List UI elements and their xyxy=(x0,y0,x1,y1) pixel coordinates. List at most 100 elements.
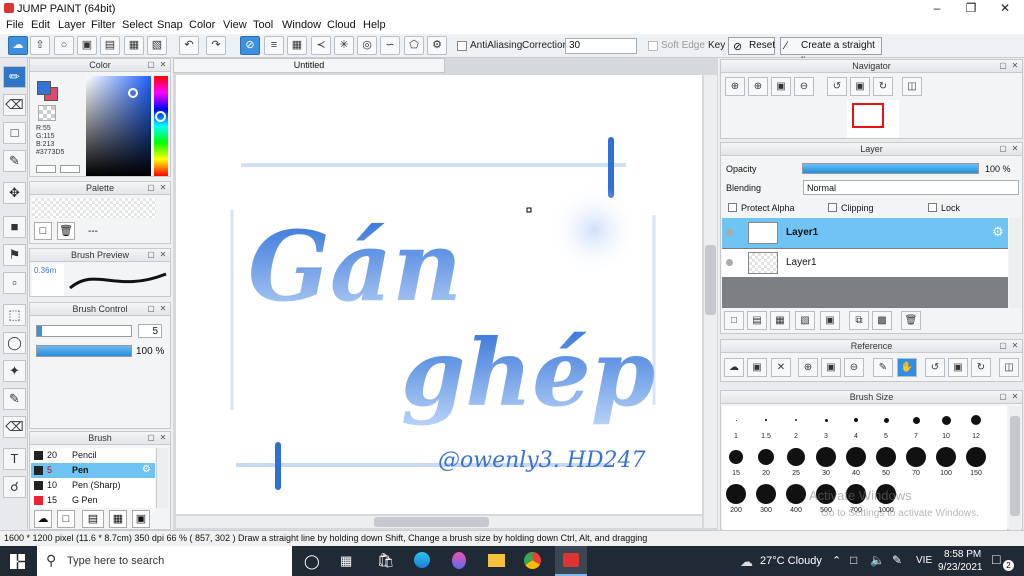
brush-size-dot[interactable] xyxy=(795,419,797,421)
edge-icon[interactable] xyxy=(414,552,430,568)
palette-delete-icon[interactable]: 🗑 xyxy=(57,222,75,240)
brush-opacity-slider[interactable] xyxy=(36,345,132,357)
fill-rect-tool-icon[interactable]: ■ xyxy=(3,216,26,238)
palette-add-icon[interactable]: □ xyxy=(34,222,52,240)
document-tab[interactable]: Untitled xyxy=(173,58,445,73)
ref-rotate-left-icon[interactable]: ↺ xyxy=(925,358,945,377)
hand-icon[interactable]: ✋ xyxy=(897,358,917,377)
duplicate-layer-icon[interactable]: ⧉ xyxy=(849,311,869,330)
settings-snap-icon[interactable]: ⚙ xyxy=(427,36,447,55)
page-icon[interactable]: ▤ xyxy=(100,36,120,55)
zoom-out-icon[interactable]: ⊖ xyxy=(794,77,814,96)
rect-select-tool-icon[interactable]: □ xyxy=(3,122,26,144)
layer-row-selected[interactable]: Layer1 ⚙ xyxy=(722,218,1008,248)
panel-popout-icon[interactable]: ▢ xyxy=(998,61,1008,71)
new-layer-copy-icon[interactable]: ▤ xyxy=(747,311,767,330)
brush-size-dot[interactable] xyxy=(876,447,896,467)
flip-icon[interactable]: ◫ xyxy=(902,77,922,96)
search-box[interactable]: ⚲ Type here to search xyxy=(37,546,292,576)
gradient-tool-icon[interactable]: ▫ xyxy=(3,272,26,294)
navigator-viewport[interactable] xyxy=(852,103,884,128)
notification-icon[interactable]: □ xyxy=(992,551,1000,567)
select-tool-icon[interactable]: ⬚ xyxy=(3,304,26,326)
app-drop-icon[interactable] xyxy=(452,552,466,569)
panel-close-icon[interactable]: ✕ xyxy=(158,433,168,443)
chevron-up-icon[interactable]: ⌃ xyxy=(832,554,841,567)
create-straight-line-button[interactable]: ∕ Create a straight line xyxy=(780,37,882,67)
document-icon[interactable]: ▦ xyxy=(124,36,144,55)
new-layer-icon[interactable]: □ xyxy=(724,311,744,330)
layer-list-scrollbar[interactable] xyxy=(1009,218,1021,308)
brush-size-dot[interactable] xyxy=(883,417,889,423)
zoom-in2-icon[interactable]: ⊕ xyxy=(748,77,768,96)
panel-close-icon[interactable]: ✕ xyxy=(1010,392,1020,402)
cortana-icon[interactable]: ◯ xyxy=(304,553,320,570)
brush-size-slider[interactable] xyxy=(36,325,132,337)
brush-list-scrollbar[interactable] xyxy=(156,448,168,508)
layer-opacity-slider[interactable] xyxy=(802,163,979,174)
gear-icon[interactable]: ⚙ xyxy=(142,464,151,475)
panel-close-icon[interactable]: ✕ xyxy=(158,304,168,314)
ref-zoom-out-icon[interactable]: ⊖ xyxy=(844,358,864,377)
curve-snap-icon[interactable]: ∽ xyxy=(380,36,400,55)
parallel-snap-icon[interactable]: ≡ xyxy=(264,36,284,55)
brush-folder-icon[interactable]: ▣ xyxy=(132,510,150,528)
panel-close-icon[interactable]: ✕ xyxy=(1010,341,1020,351)
brush-tool-icon[interactable]: ✏ xyxy=(3,66,26,88)
menu-file[interactable]: File xyxy=(6,19,24,31)
lock-checkbox[interactable] xyxy=(928,203,937,212)
brush-size-dot[interactable] xyxy=(756,484,776,504)
task-view-icon[interactable]: ▦ xyxy=(340,553,352,569)
brush-item[interactable]: 15 G Pen xyxy=(31,493,155,508)
menu-tool[interactable]: Tool xyxy=(253,19,273,31)
store-icon[interactable]: 🛍 xyxy=(377,552,395,569)
transparent-color-swatch[interactable] xyxy=(38,105,56,121)
panel-popout-icon[interactable]: ▢ xyxy=(998,144,1008,154)
brush-size-dot[interactable] xyxy=(765,419,767,421)
new-layer-alt-icon[interactable]: ▦ xyxy=(770,311,790,330)
panel-popout-icon[interactable]: ▢ xyxy=(146,250,156,260)
clock-date[interactable]: 9/23/2021 xyxy=(938,562,983,573)
select-eraser-tool-icon[interactable]: ⌫ xyxy=(3,416,26,438)
cross-snap-icon[interactable]: ▦ xyxy=(287,36,307,55)
vanish-snap-icon[interactable]: ≺ xyxy=(311,36,331,55)
magic-wand-tool-icon[interactable]: ✦ xyxy=(3,360,26,382)
menu-filter[interactable]: Filter xyxy=(91,19,115,31)
brush-copy-icon[interactable]: ▦ xyxy=(109,510,127,528)
saturation-value-square[interactable] xyxy=(86,76,151,176)
brush-size-dot[interactable] xyxy=(786,484,806,504)
panel-popout-icon[interactable]: ▢ xyxy=(146,304,156,314)
menu-select[interactable]: Select xyxy=(122,19,153,31)
volume-icon[interactable]: 🔈 xyxy=(870,553,885,567)
cloud-open-icon[interactable]: ☁ xyxy=(724,358,744,377)
language-indicator[interactable]: VIE xyxy=(916,555,932,566)
folder-icon[interactable]: ▣ xyxy=(820,311,840,330)
select-pen-tool-icon[interactable]: ✎ xyxy=(3,388,26,410)
brush-size-dot[interactable] xyxy=(824,418,828,422)
lasso-tool-icon[interactable]: ◯ xyxy=(3,332,26,354)
brush-size-field[interactable]: 5 xyxy=(138,324,162,338)
brush-size-scroll-thumb[interactable] xyxy=(1010,416,1020,516)
gear-icon[interactable]: ⚙ xyxy=(992,224,1004,240)
undo-icon[interactable]: ↶ xyxy=(179,36,199,55)
canvas-vertical-scrollbar[interactable] xyxy=(704,75,717,528)
visibility-icon[interactable] xyxy=(726,229,733,236)
ref-zoom-in-icon[interactable]: ⊕ xyxy=(798,358,818,377)
jump-paint-taskbar-button[interactable] xyxy=(555,546,587,576)
close-button[interactable]: ✕ xyxy=(988,0,1022,17)
ref-flip-icon[interactable]: ◫ xyxy=(999,358,1019,377)
brush-size-dot[interactable] xyxy=(758,449,774,465)
pen-icon[interactable]: ✎ xyxy=(892,553,902,567)
brush-size-dot[interactable] xyxy=(906,447,926,467)
navigator-thumbnail[interactable] xyxy=(847,100,899,138)
maximize-button[interactable]: ❐ xyxy=(954,0,988,17)
fit-icon[interactable]: ▣ xyxy=(771,77,791,96)
file-explorer-icon[interactable] xyxy=(488,554,505,567)
circle-snap-icon[interactable]: ◎ xyxy=(357,36,377,55)
canvas-horizontal-scrollbar[interactable] xyxy=(176,516,702,528)
reset-view-icon[interactable]: ▣ xyxy=(850,77,870,96)
reset-button[interactable]: ⊘ Reset xyxy=(728,37,775,55)
menu-window[interactable]: Window xyxy=(282,19,321,31)
clock-time[interactable]: 8:58 PM xyxy=(944,549,981,560)
ref-reset-icon[interactable]: ▣ xyxy=(948,358,968,377)
